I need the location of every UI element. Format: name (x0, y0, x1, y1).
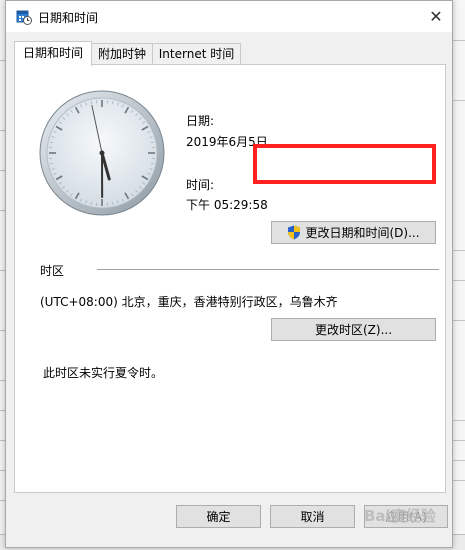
date-value: 2019年6月5日 (186, 135, 268, 149)
ok-button[interactable]: 确定 (176, 505, 261, 528)
date-label: 日期: (186, 114, 215, 128)
date-time-app-icon (16, 10, 32, 25)
timezone-header: 时区 (40, 264, 65, 278)
timezone-divider (97, 269, 439, 270)
dst-note: 此时区未实行夏令时。 (43, 366, 164, 380)
change-date-time-label: 更改日期和时间(D)... (305, 226, 420, 240)
close-icon: ✕ (429, 7, 443, 26)
timezone-value: (UTC+08:00) 北京，重庆，香港特别行政区，乌鲁木齐 (40, 295, 338, 309)
tab-additional-clocks[interactable]: 附加时钟 (91, 43, 153, 65)
tab-internet-time[interactable]: Internet 时间 (152, 43, 241, 65)
change-date-time-button[interactable]: 更改日期和时间(D)... (271, 221, 436, 244)
analog-clock (39, 90, 165, 216)
change-timezone-button[interactable]: 更改时区(Z)... (271, 318, 436, 341)
uac-shield-icon (288, 225, 301, 240)
close-button[interactable]: ✕ (421, 1, 451, 32)
tab-date-time[interactable]: 日期和时间 (14, 41, 92, 66)
cancel-button[interactable]: 取消 (270, 505, 355, 528)
tab-panel-date-time: 日期: 2019年6月5日 时间: 下午 05:29:58 更改日期和时间(D)… (14, 64, 446, 493)
time-label: 时间: (186, 178, 215, 192)
title-bar: 日期和时间 ✕ (6, 1, 452, 32)
date-time-dialog: 日期和时间 ✕ 日期和时间 附加时钟 Internet 时间 日期: 2019年… (5, 0, 453, 548)
time-value: 下午 05:29:58 (186, 198, 268, 212)
window-title: 日期和时间 (38, 11, 99, 25)
watermark: Bai度经验 (364, 507, 436, 525)
